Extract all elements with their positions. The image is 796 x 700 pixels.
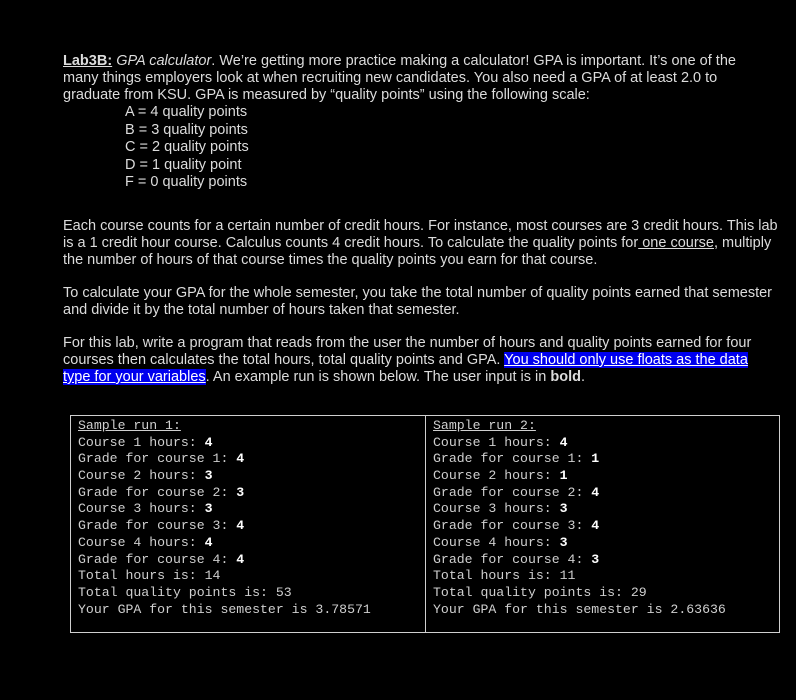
quality-points-scale: A = 4 quality points B = 3 quality point… — [125, 104, 793, 192]
user-input-value: 1 — [559, 468, 568, 484]
intro-paragraph: Lab3B: GPA calculator. We’re getting mor… — [63, 53, 763, 104]
sample-line: Course 2 hours: 3 — [78, 468, 213, 484]
sample-line: Course 4 hours: 4 — [78, 534, 213, 550]
user-input-value: 3 — [559, 534, 568, 550]
sample-line: Course 4 hours: 3 — [433, 534, 568, 550]
user-input-value: 3 — [559, 501, 568, 517]
scale-item: F = 0 quality points — [125, 174, 248, 191]
semester-paragraph: To calculate your GPA for the whole seme… — [63, 284, 773, 318]
lab-title: Lab3B: — [63, 53, 113, 69]
output-line: Total hours is: 11 — [433, 568, 576, 584]
sample-run-header: Sample run 1: — [78, 418, 181, 433]
user-input-value: 3 — [204, 501, 213, 517]
sample-line: Course 3 hours: 3 — [433, 501, 568, 517]
user-input-value: 1 — [591, 451, 600, 467]
sample-line: Grade for course 4: 4 — [78, 551, 245, 567]
task-paragraph: For this lab, write a program that reads… — [63, 335, 763, 386]
output-line: Total quality points is: 29 — [433, 584, 647, 600]
user-input-value: 4 — [204, 534, 213, 550]
user-input-value: 4 — [236, 518, 245, 534]
user-input-value: 4 — [591, 518, 600, 534]
sample-line: Grade for course 3: 4 — [78, 518, 245, 534]
sample-run-2: Sample run 2: Course 1 hours: 4 Grade fo… — [425, 416, 779, 632]
sample-line: Grade for course 1: 1 — [433, 451, 600, 467]
scale-item: B = 3 quality points — [125, 121, 248, 138]
user-input-value: 4 — [236, 451, 245, 467]
assignment-document: Lab3B: GPA calculator. We’re getting mor… — [63, 53, 793, 386]
sample-runs-table: Sample run 1: Course 1 hours: 4 Grade fo… — [70, 415, 780, 633]
sample-line: Grade for course 2: 4 — [433, 484, 600, 500]
user-input-value: 4 — [204, 434, 213, 450]
scale-item: D = 1 quality point — [125, 156, 242, 173]
output-line: Your GPA for this semester is 3.78571 — [78, 601, 371, 617]
sample-line: Grade for course 3: 4 — [433, 518, 600, 534]
user-input-value: 4 — [591, 484, 600, 500]
credit-hours-paragraph: Each course counts for a certain number … — [63, 218, 790, 269]
sample-run-1: Sample run 1: Course 1 hours: 4 Grade fo… — [71, 416, 425, 632]
output-line: Total hours is: 14 — [78, 568, 221, 584]
lab-name: GPA calculator — [116, 53, 212, 69]
scale-item: C = 2 quality points — [125, 139, 249, 156]
user-input-value: 3 — [204, 468, 213, 484]
credit-underlined-text: one course — [638, 234, 714, 251]
sample-line: Grade for course 1: 4 — [78, 451, 245, 467]
user-input-value: 4 — [236, 551, 245, 567]
sample-line: Grade for course 4: 3 — [433, 551, 600, 567]
user-input-value: 4 — [559, 434, 568, 450]
sample-line: Course 3 hours: 3 — [78, 501, 213, 517]
task-text-end: . — [580, 368, 585, 385]
bold-word: bold — [550, 368, 581, 385]
user-input-value: 3 — [591, 551, 600, 567]
sample-line: Course 2 hours: 1 — [433, 468, 568, 484]
user-input-value: 3 — [236, 484, 245, 500]
scale-item: A = 4 quality points — [125, 104, 248, 120]
sample-run-header: Sample run 2: — [433, 418, 536, 433]
sample-line: Grade for course 2: 3 — [78, 484, 245, 500]
output-line: Your GPA for this semester is 2.63636 — [433, 601, 726, 617]
sample-line: Course 1 hours: 4 — [78, 434, 213, 450]
sample-line: Course 1 hours: 4 — [433, 434, 568, 450]
output-line: Total quality points is: 53 — [78, 584, 292, 600]
task-text-middle: . An example run is shown below. The use… — [205, 368, 551, 385]
